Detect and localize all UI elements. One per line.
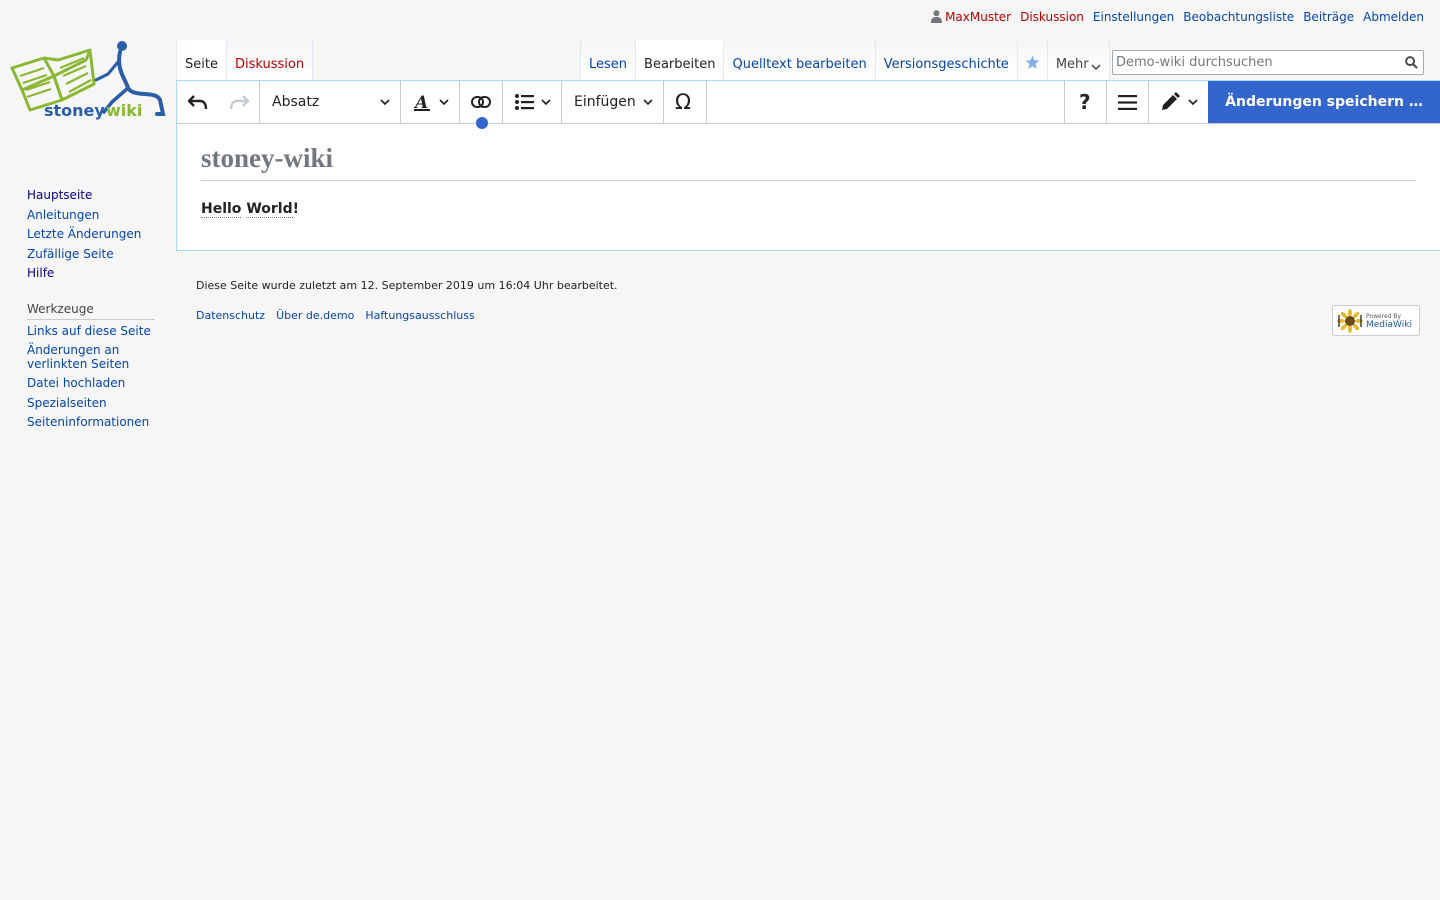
text-style-icon: A [413,93,430,111]
body-punctuation: ! [292,201,299,217]
sidebar-navigation: Hauptseite Anleitungen Letzte Änderungen… [27,186,155,284]
list-dropdown[interactable] [503,81,562,123]
link-indicator-dot [476,117,488,129]
sidebar-item-page-info[interactable]: Seiteninformationen [27,416,155,430]
redo-button[interactable] [219,81,259,123]
powered-by-text: Powered By MediaWiki [1366,313,1412,330]
link-button[interactable] [460,81,503,129]
help-button[interactable]: ? [1064,81,1107,123]
tab-edit[interactable]: Bearbeiten [635,40,724,80]
contributions-link[interactable]: Beiträge [1303,10,1354,24]
footer-links: Datenschutz Über de.demo Haftungsausschl… [196,309,618,322]
sidebar-item-zufaellige-seite[interactable]: Zufällige Seite [27,245,155,265]
link-icon [471,96,491,108]
visual-editor-toolbar: Absatz A Einfügen Ω ? Änderungen speiche… [177,81,1440,129]
page-tabs: Seite Diskussion Lesen Bearbeiten Quellt… [176,40,1440,80]
undo-button[interactable] [177,81,219,123]
body-word-world: World [246,201,293,218]
sidebar-item-hilfe[interactable]: Hilfe [27,264,155,284]
watch-star-button[interactable] [1016,40,1047,80]
tab-edit-source[interactable]: Quelltext bearbeiten [723,40,875,80]
sunflower-icon [1337,308,1363,333]
bulleted-list-icon [515,94,534,110]
sidebar-item-anleitungen[interactable]: Anleitungen [27,206,155,226]
watchlist-link[interactable]: Beobachtungsliste [1183,10,1294,24]
user-talk-link[interactable]: Diskussion [1020,10,1084,24]
user-icon [931,10,943,23]
page-title: stoney-wiki [201,143,1416,181]
paragraph-format-label: Absatz [272,94,320,110]
sidebar-item-links-here[interactable]: Links auf diese Seite [27,324,155,339]
preferences-link[interactable]: Einstellungen [1093,10,1174,24]
undo-icon [188,95,208,110]
footer: Diese Seite wurde zuletzt am 12. Septemb… [196,279,618,322]
footer-link-privacy[interactable]: Datenschutz [196,309,265,322]
help-icon: ? [1079,90,1091,114]
stoneywiki-logo: stoney wiki [10,41,166,120]
search-input[interactable] [1113,51,1393,74]
svg-text:A: A [413,93,428,111]
more-menu-label: Mehr [1055,57,1089,72]
chevron-down-icon [541,99,551,105]
chevron-down-icon [1091,64,1101,70]
redo-icon [229,95,249,110]
tab-page[interactable]: Seite [176,40,226,80]
save-changes-button[interactable]: Änderungen speichern … [1208,81,1440,123]
more-menu-button[interactable]: Mehr [1046,40,1110,80]
sidebar-tools-heading: Werkzeuge [27,302,155,320]
sidebar-item-special-pages[interactable]: Spezialseiten [27,396,155,411]
text-style-dropdown[interactable]: A [401,81,460,123]
page-options-button[interactable] [1107,81,1149,123]
content-area: Absatz A Einfügen Ω ? Änderungen speiche… [176,80,1440,251]
powered-by-name: MediaWiki [1366,319,1412,330]
sidebar-item-related-changes[interactable]: Änderungen an verlinkten Seiten [27,344,155,371]
chevron-down-icon [1188,99,1198,105]
site-logo[interactable]: stoney wiki [8,40,168,124]
footer-link-disclaimer[interactable]: Haftungsausschluss [365,309,474,322]
menu-icon [1118,94,1137,110]
sidebar-item-letzte-aenderungen[interactable]: Letzte Änderungen [27,225,155,245]
star-icon [1025,55,1040,69]
powered-by-mediawiki-badge[interactable]: Powered By MediaWiki [1332,305,1420,336]
tab-talk[interactable]: Diskussion [225,40,314,80]
sidebar: Hauptseite Anleitungen Letzte Änderungen… [27,186,155,436]
body-word-hello: Hello [201,201,242,218]
personal-tools: MaxMuster Diskussion Einstellungen Beoba… [931,10,1424,24]
special-character-button[interactable]: Ω [664,81,707,123]
logo-text-wiki: wiki [106,101,142,120]
logout-link[interactable]: Abmelden [1363,10,1424,24]
search-box [1112,50,1424,75]
omega-icon: Ω [675,90,692,114]
sidebar-tools: Links auf diese Seite Änderungen an verl… [27,324,155,430]
tab-history[interactable]: Versionsgeschichte [874,40,1017,80]
search-icon[interactable] [1405,56,1418,69]
insert-label: Einfügen [574,94,636,110]
pencil-icon [1162,92,1180,110]
editing-mode-dropdown[interactable] [1149,81,1208,123]
tab-read[interactable]: Lesen [580,40,636,80]
page-body[interactable]: Hello World! [201,201,299,218]
logo-text-stoney: stoney [44,101,105,120]
last-modified-text: Diese Seite wurde zuletzt am 12. Septemb… [196,279,618,292]
chevron-down-icon [380,99,390,105]
chevron-down-icon [643,99,653,105]
sidebar-item-hauptseite[interactable]: Hauptseite [27,186,155,206]
footer-link-about[interactable]: Über de.demo [276,309,354,322]
chevron-down-icon [439,99,449,105]
paragraph-format-dropdown[interactable]: Absatz [260,81,401,123]
user-link[interactable]: MaxMuster [931,10,1011,24]
username-link[interactable]: MaxMuster [945,10,1011,24]
sidebar-item-upload[interactable]: Datei hochladen [27,377,155,391]
insert-dropdown[interactable]: Einfügen [562,81,664,123]
